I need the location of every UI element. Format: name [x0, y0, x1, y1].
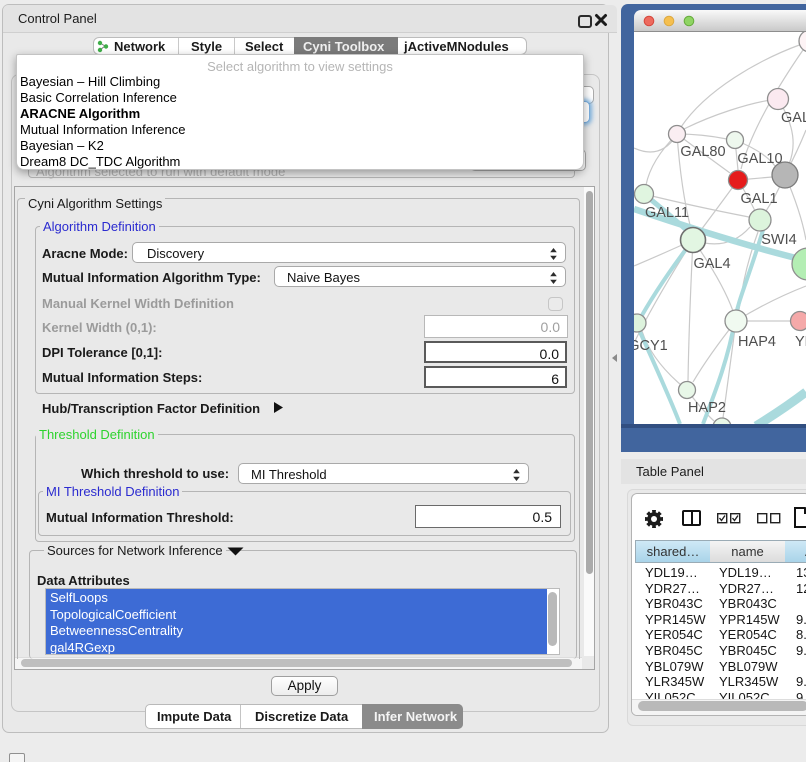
svg-text:GAL10: GAL10	[737, 151, 782, 167]
svg-text:GAL4: GAL4	[693, 256, 730, 272]
svg-text:SWI4: SWI4	[761, 232, 796, 248]
svg-text:GAL1: GAL1	[740, 191, 777, 207]
svg-text:YM: YM	[795, 334, 806, 350]
svg-text:GAL11: GAL11	[645, 205, 689, 221]
svg-text:GCY1: GCY1	[634, 338, 668, 354]
svg-text:HAP2: HAP2	[688, 400, 726, 416]
svg-text:HAP4: HAP4	[738, 334, 776, 350]
svg-text:GAL2: GAL2	[781, 110, 806, 126]
svg-text:GAL80: GAL80	[680, 144, 725, 160]
